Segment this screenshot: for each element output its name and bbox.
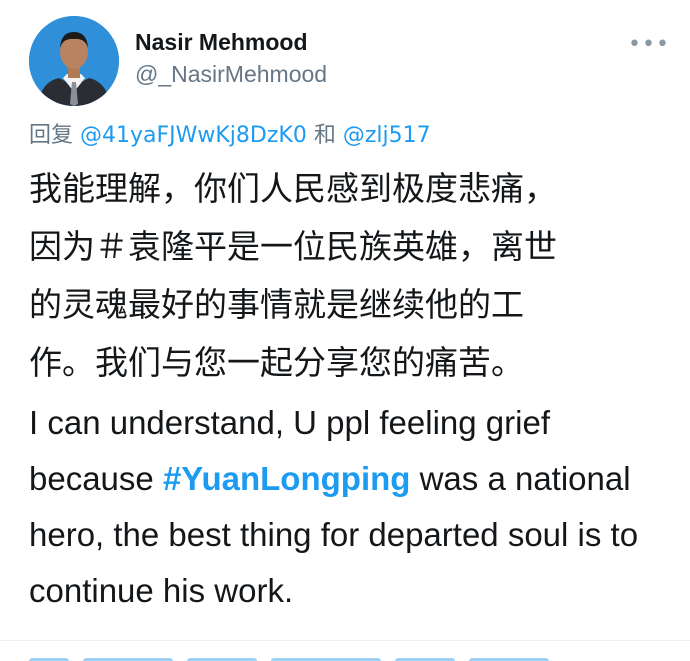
tweet-cn-line: 的灵魂最好的事情就是继续他的工	[29, 285, 524, 324]
reply-joiner: 和	[306, 123, 343, 148]
tweet-cn-line: 因为＃袁隆平是一位民族英雄，离世	[29, 227, 557, 266]
clipped-next-line	[29, 652, 669, 661]
more-options-icon[interactable]: •••	[628, 32, 670, 57]
avatar[interactable]	[29, 16, 119, 106]
author-name[interactable]: Nasir Mehmood	[135, 29, 308, 56]
hashtag-link[interactable]: #YuanLongping	[163, 460, 410, 497]
tweet-text-chinese: 我能理解，你们人民感到极度悲痛， 因为＃袁隆平是一位民族英雄，离世 的灵魂最好的…	[29, 160, 659, 392]
tweet-text-english: I can understand, U ppl feeling grief be…	[29, 395, 669, 619]
reply-context: 回复 @41yaFJWwKj8DzK0 和 @zlj517	[29, 117, 431, 149]
author-handle[interactable]: @_NasirMehmood	[135, 61, 327, 88]
tweet-cn-line: 作。我们与您一起分享您的痛苦。	[29, 343, 524, 382]
mention-link-2[interactable]: @zlj517	[343, 123, 431, 148]
user-avatar-icon	[29, 16, 119, 106]
tweet-cn-line: 我能理解，你们人民感到极度悲痛，	[29, 169, 557, 208]
mention-link-1[interactable]: @41yaFJWwKj8DzK0	[80, 123, 307, 148]
reply-prefix: 回复	[29, 123, 80, 148]
divider	[0, 640, 690, 641]
